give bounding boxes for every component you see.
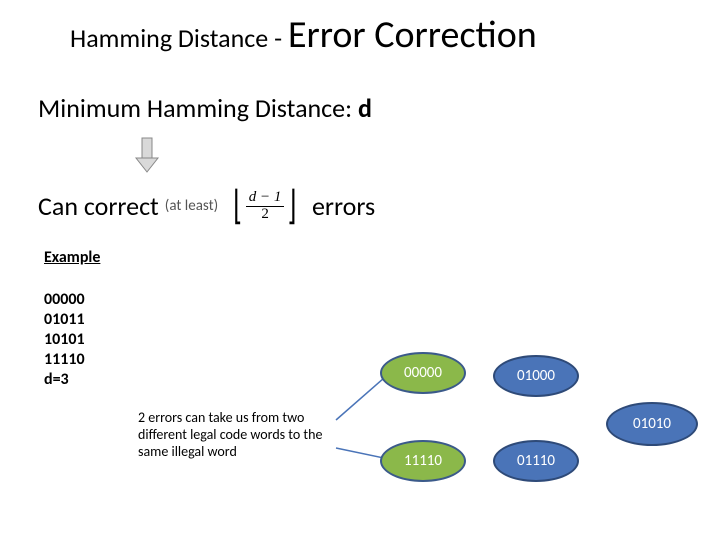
oval-codeword-2: 11110 (380, 440, 466, 482)
oval-error-1: 01000 (493, 355, 579, 397)
oval-error-2: 01110 (493, 440, 579, 482)
oval-collision: 01010 (606, 402, 698, 446)
oval-codeword-1: 00000 (380, 352, 466, 394)
connector-lines (0, 0, 720, 540)
